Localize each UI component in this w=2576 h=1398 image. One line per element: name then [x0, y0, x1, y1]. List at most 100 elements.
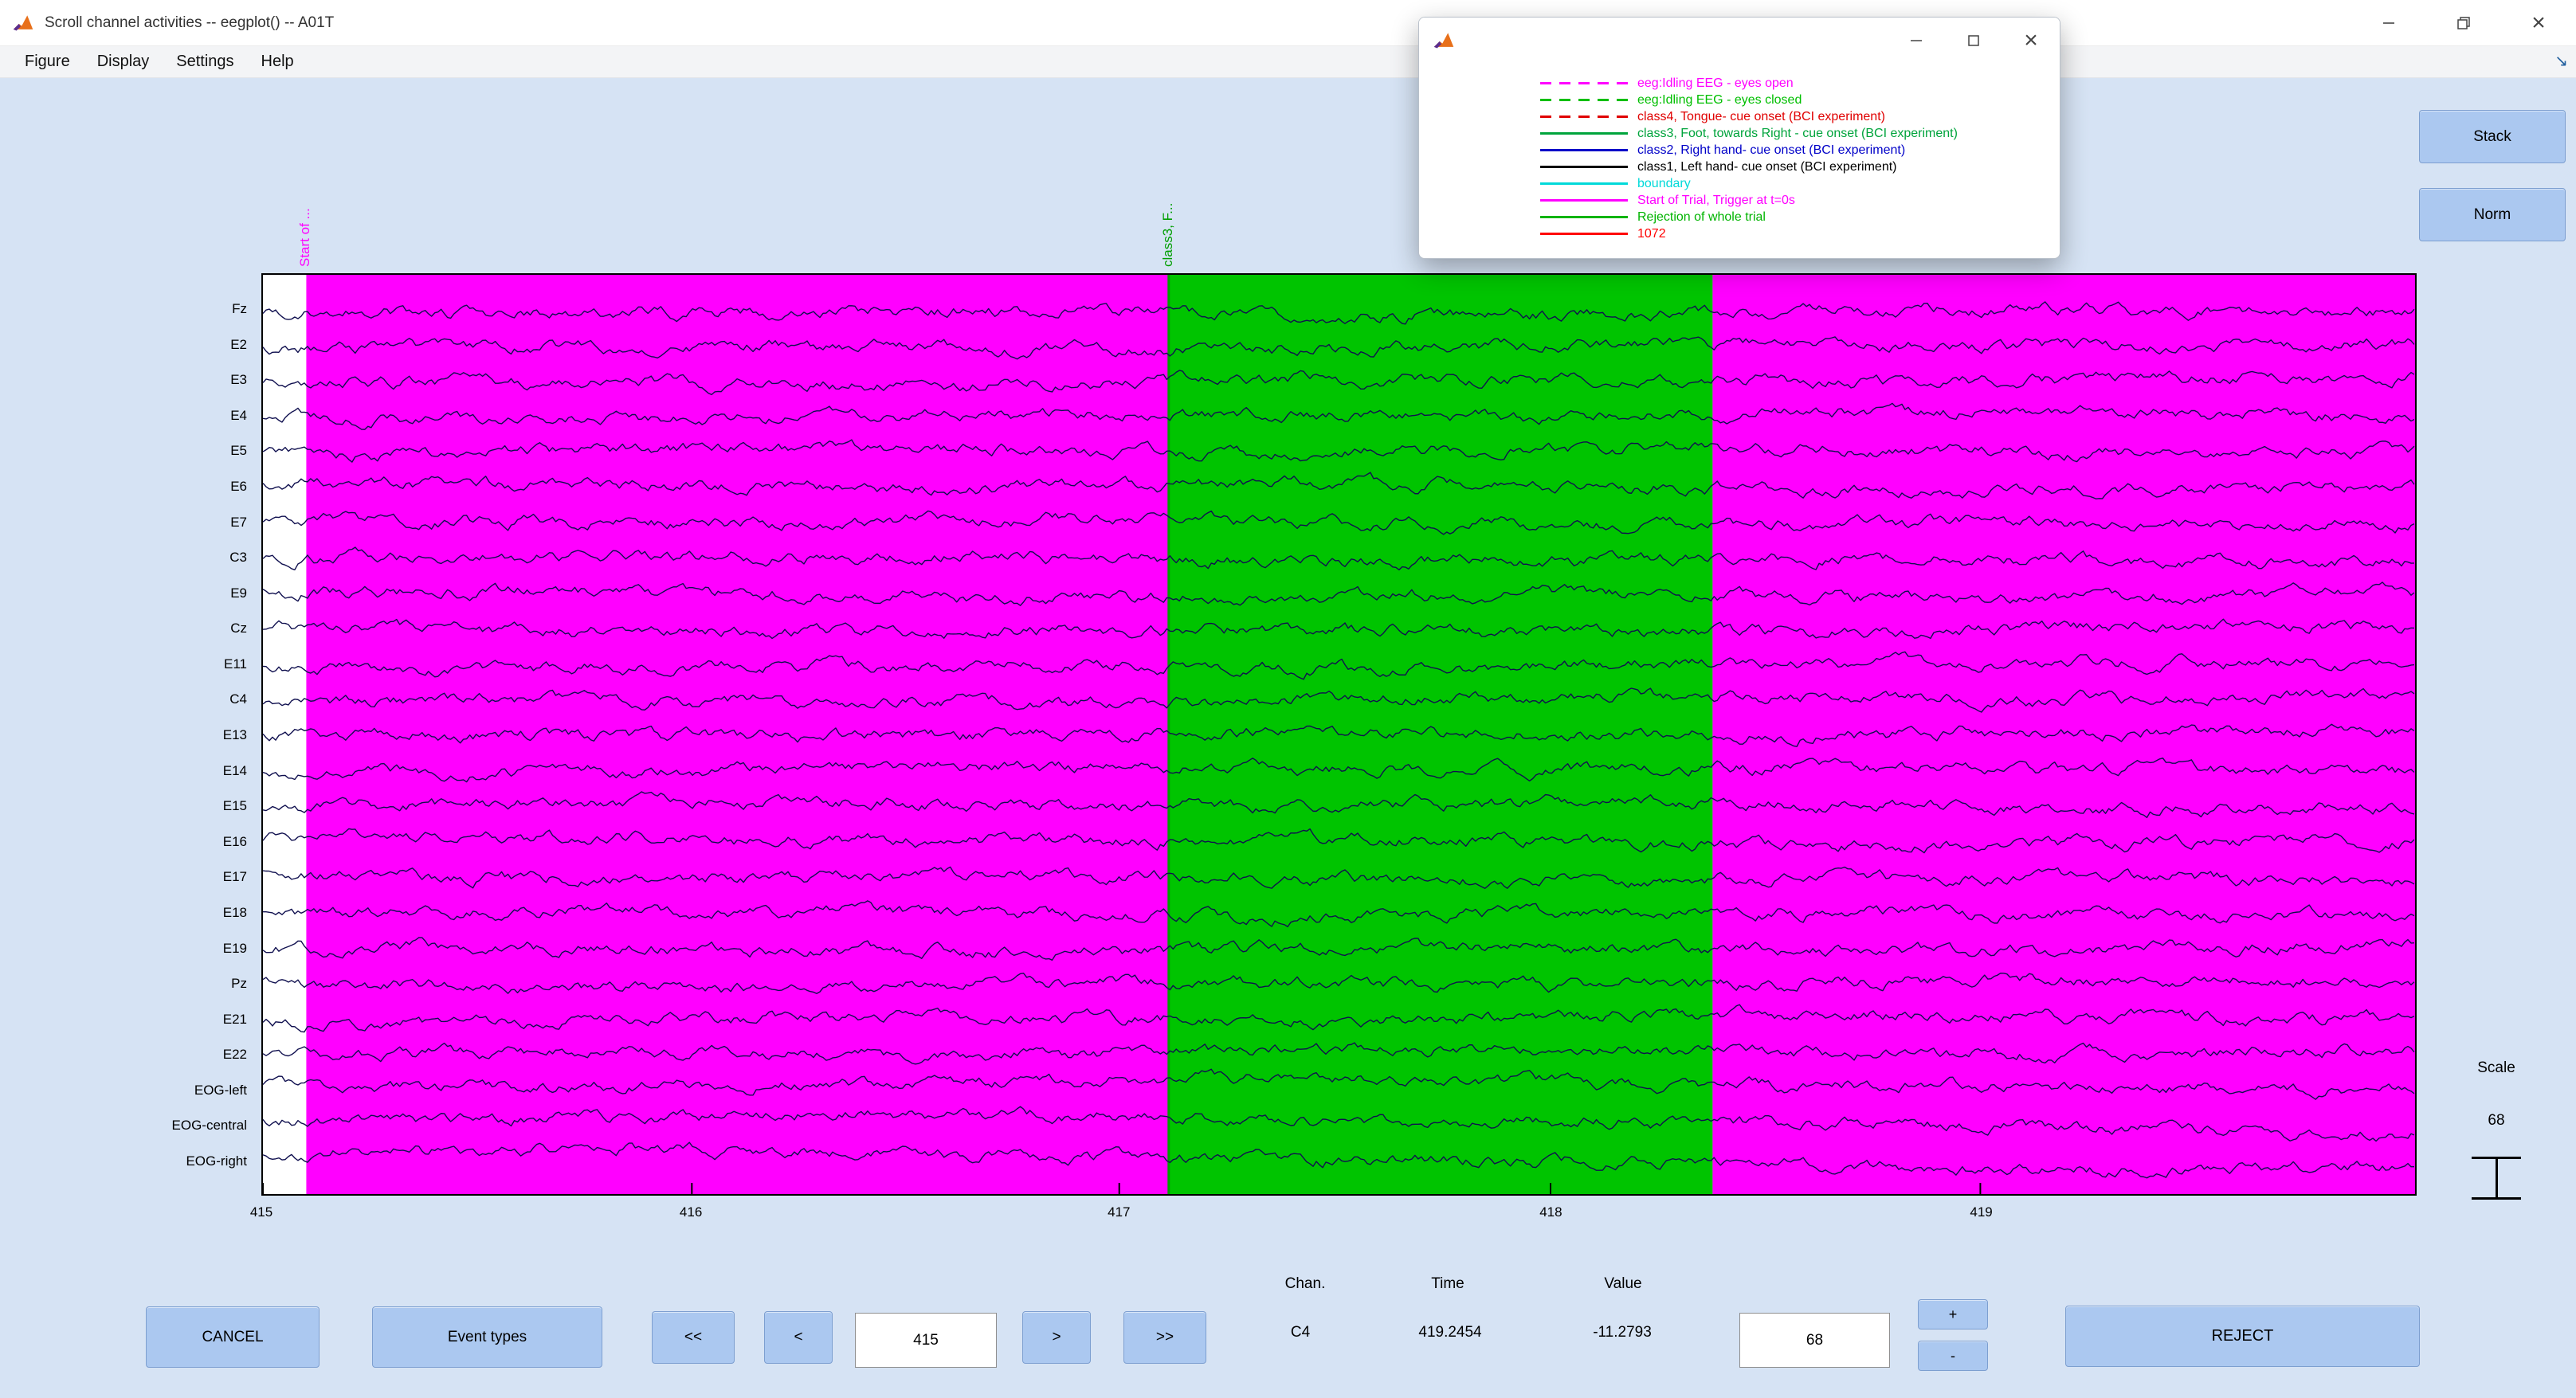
channel-label-EOG-left[interactable]: EOG-left [0, 1082, 247, 1099]
scale-indicator [2472, 1157, 2521, 1200]
legend-item: class2, Right hand- cue onset (BCI exper… [1540, 142, 2052, 159]
legend-close-button[interactable]: × [2002, 18, 2060, 64]
menu-help[interactable]: Help [248, 53, 308, 71]
channel-label-E5[interactable]: E5 [0, 442, 247, 460]
channel-label-Fz[interactable]: Fz [0, 300, 247, 318]
legend-line-sample [1540, 199, 1628, 202]
legend-list: eeg:Idling EEG - eyes open eeg:Idling EEG… [1540, 75, 2052, 242]
channel-label-E18[interactable]: E18 [0, 904, 247, 922]
restore-button[interactable] [2426, 0, 2501, 46]
scale-up-button[interactable]: + [1918, 1299, 1988, 1329]
value-header: Value [1604, 1275, 1642, 1292]
title-bar: Scroll channel activities -- eegplot() -… [0, 0, 2576, 46]
value-readout: -11.2793 [1593, 1324, 1652, 1341]
app-window: Scroll channel activities -- eegplot() -… [0, 0, 2576, 1398]
menu-display[interactable]: Display [84, 53, 163, 71]
eeg-plot-canvas[interactable] [263, 275, 2415, 1194]
scale-input[interactable] [1739, 1313, 1890, 1368]
legend-item: Rejection of whole trial [1540, 209, 2052, 225]
matlab-icon [1432, 29, 1456, 53]
legend-line-sample [1540, 132, 1628, 135]
legend-item: Start of Trial, Trigger at t=0s [1540, 192, 2052, 209]
x-tick-label-415: 415 [249, 1204, 273, 1220]
stack-button[interactable]: Stack [2419, 110, 2566, 163]
channel-label-E22[interactable]: E22 [0, 1046, 247, 1063]
back-button[interactable]: < [764, 1311, 833, 1364]
legend-maximize-button[interactable] [1945, 18, 2002, 64]
channel-label-E4[interactable]: E4 [0, 407, 247, 425]
menu-figure[interactable]: Figure [11, 53, 84, 71]
matlab-icon [11, 11, 35, 35]
chan-header: Chan. [1284, 1275, 1326, 1292]
channel-label-E13[interactable]: E13 [0, 726, 247, 744]
menu-settings[interactable]: Settings [163, 53, 247, 71]
close-icon: × [2531, 10, 2546, 36]
channel-label-C4[interactable]: C4 [0, 691, 247, 708]
menu-bar: Figure Display Settings Help ↘ [0, 46, 2576, 78]
forward-button[interactable]: > [1022, 1311, 1091, 1364]
fast-back-button[interactable]: << [652, 1311, 735, 1364]
time-header: Time [1431, 1275, 1464, 1292]
channel-label-EOG-central[interactable]: EOG-central [0, 1117, 247, 1134]
legend-window-controls: × [1888, 18, 2060, 64]
window-title: Scroll channel activities -- eegplot() -… [45, 14, 335, 31]
scale-down-button[interactable]: - [1918, 1341, 1988, 1371]
legend-item-label: eeg:Idling EEG - eyes open [1637, 76, 1794, 90]
legend-item-label: Rejection of whole trial [1637, 210, 1766, 224]
channel-label-E17[interactable]: E17 [0, 868, 247, 886]
channel-label-E19[interactable]: E19 [0, 940, 247, 957]
event-marker-label: class3, F... [1159, 202, 1175, 267]
legend-item: 1072 [1540, 225, 2052, 242]
plot-area[interactable] [261, 273, 2417, 1196]
legend-item: boundary [1540, 175, 2052, 192]
channel-label-Cz[interactable]: Cz [0, 620, 247, 637]
x-tick-label-418: 418 [1539, 1204, 1562, 1220]
legend-line-sample [1540, 166, 1628, 168]
legend-line-sample [1540, 216, 1628, 218]
legend-item-label: class1, Left hand- cue onset (BCI experi… [1637, 159, 1897, 174]
reject-button[interactable]: REJECT [2065, 1306, 2420, 1367]
channel-label-EOG-right[interactable]: EOG-right [0, 1153, 247, 1170]
legend-item: eeg:Idling EEG - eyes closed [1540, 92, 2052, 108]
legend-item-label: class4, Tongue- cue onset (BCI experimen… [1637, 109, 1885, 123]
legend-item-label: boundary [1637, 176, 1691, 190]
cancel-button[interactable]: CANCEL [146, 1306, 320, 1368]
legend-title-bar[interactable]: × [1419, 18, 2060, 64]
channel-label-Pz[interactable]: Pz [0, 975, 247, 993]
legend-line-sample [1540, 233, 1628, 235]
channel-label-E2[interactable]: E2 [0, 336, 247, 354]
close-button[interactable]: × [2501, 0, 2576, 46]
legend-window: × eeg:Idling EEG - eyes open eeg:Idling E… [1418, 17, 2060, 259]
minimize-button[interactable] [2351, 0, 2426, 46]
fast-forward-button[interactable]: >> [1123, 1311, 1206, 1364]
legend-item: class3, Foot, towards Right - cue onset … [1540, 125, 2052, 142]
x-tick-label-419: 419 [1970, 1204, 1993, 1220]
legend-item-label: class3, Foot, towards Right - cue onset … [1637, 126, 1958, 140]
dock-figure-icon[interactable]: ↘ [2554, 51, 2568, 71]
legend-line-sample [1540, 82, 1628, 84]
legend-item: class1, Left hand- cue onset (BCI experi… [1540, 159, 2052, 175]
legend-minimize-button[interactable] [1888, 18, 1945, 64]
legend-item-label: eeg:Idling EEG - eyes closed [1637, 92, 1802, 107]
x-tick-label-417: 417 [1108, 1204, 1131, 1220]
channel-label-E16[interactable]: E16 [0, 833, 247, 851]
norm-button[interactable]: Norm [2419, 188, 2566, 241]
channel-label-E14[interactable]: E14 [0, 762, 247, 780]
channel-label-E6[interactable]: E6 [0, 478, 247, 495]
channel-label-C3[interactable]: C3 [0, 549, 247, 566]
close-icon: × [2024, 27, 2038, 53]
scale-value: 68 [2488, 1112, 2505, 1129]
channel-label-E9[interactable]: E9 [0, 585, 247, 602]
time-input[interactable] [855, 1313, 997, 1368]
channel-label-E11[interactable]: E11 [0, 656, 247, 673]
channel-label-E7[interactable]: E7 [0, 514, 247, 531]
window-controls: × [2351, 0, 2576, 46]
legend-item-label: class2, Right hand- cue onset (BCI exper… [1637, 143, 1906, 157]
event-types-button[interactable]: Event types [372, 1306, 602, 1368]
channel-label-E21[interactable]: E21 [0, 1011, 247, 1028]
channel-label-E15[interactable]: E15 [0, 797, 247, 815]
channel-label-E3[interactable]: E3 [0, 371, 247, 389]
legend-item: eeg:Idling EEG - eyes open [1540, 75, 2052, 92]
legend-line-sample [1540, 99, 1628, 101]
legend-line-sample [1540, 182, 1628, 185]
